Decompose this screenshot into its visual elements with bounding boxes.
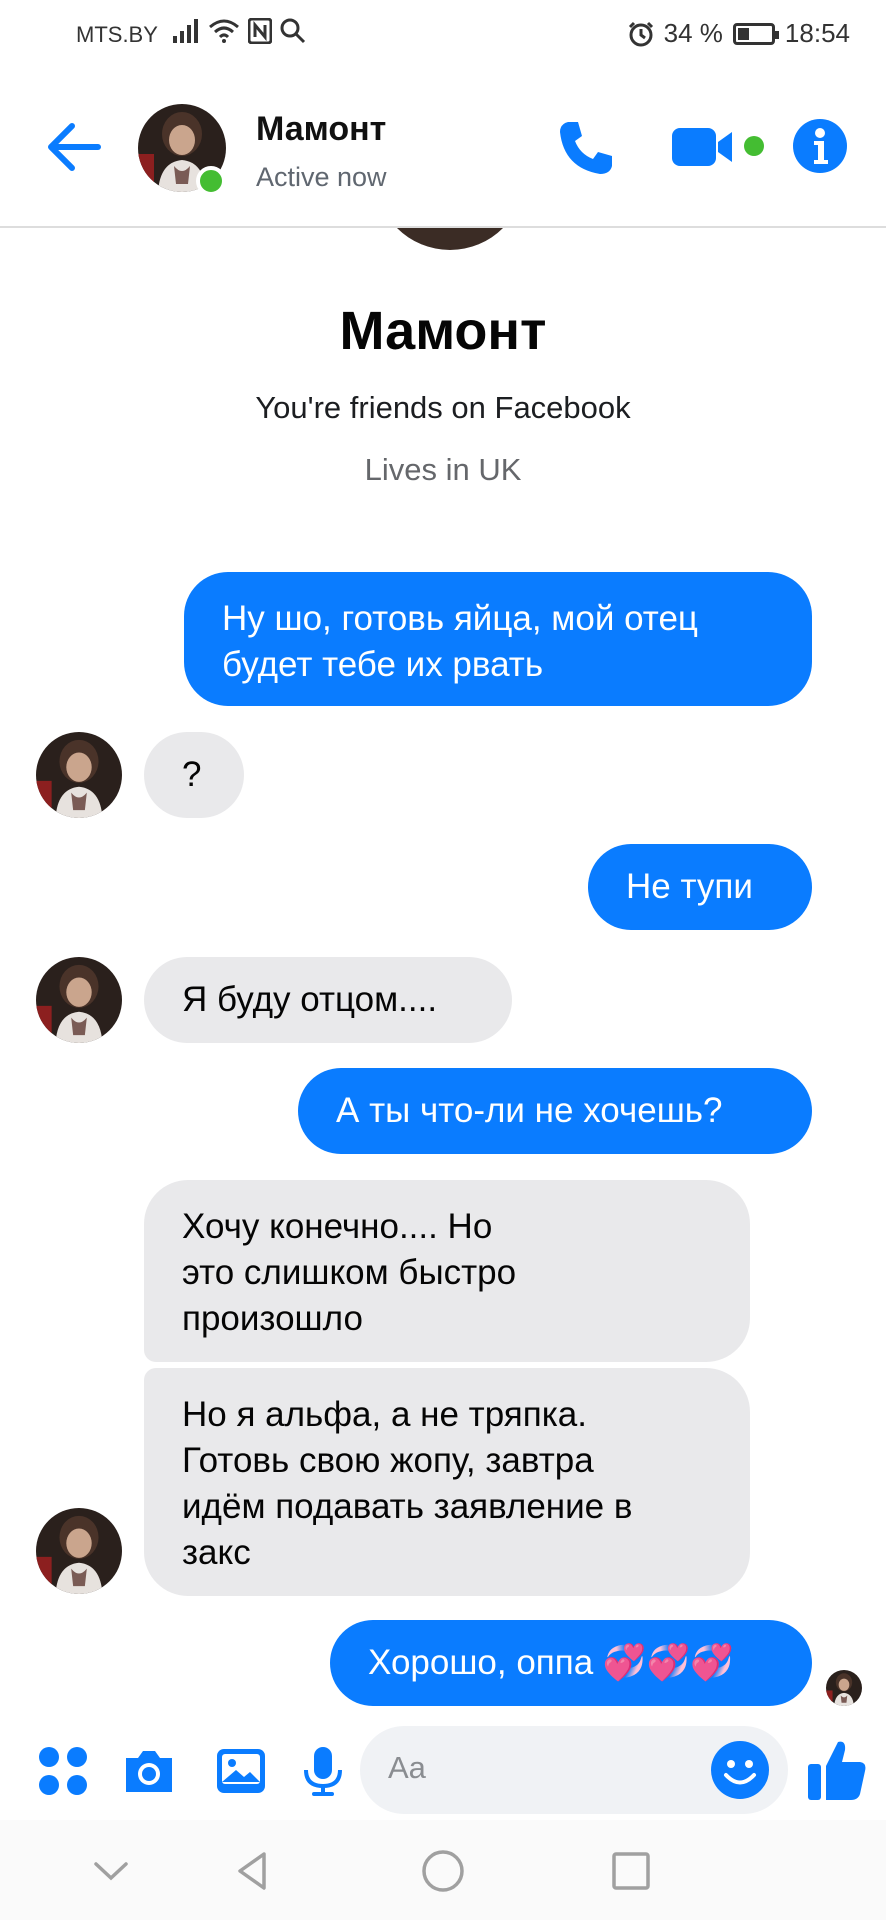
message-input-placeholder: Aa <box>388 1750 426 1785</box>
message-line: будет тебе их рвать <box>222 645 544 684</box>
microphone-icon[interactable] <box>296 1744 350 1798</box>
contact-name[interactable]: Мамонт <box>256 110 386 149</box>
video-camera-icon[interactable] <box>670 122 770 172</box>
gallery-icon[interactable] <box>214 1744 268 1798</box>
search-icon <box>280 18 306 44</box>
nav-back-icon[interactable] <box>230 1848 276 1894</box>
message-bubble-incoming[interactable]: Но я альфа, а не тряпка. Готовь свою жоп… <box>144 1368 750 1596</box>
message-line: закс <box>182 1533 251 1572</box>
message-text: Я буду отцом.... <box>182 980 438 1019</box>
nav-collapse-icon[interactable] <box>88 1848 134 1894</box>
battery-percent: 34 % <box>663 18 723 48</box>
profile-name: Мамонт <box>339 301 547 361</box>
back-arrow-icon[interactable] <box>46 122 102 172</box>
status-bar: MTS.BY 34 % 18:54 <box>0 0 886 70</box>
message-line: Готовь свою жопу, завтра <box>182 1441 594 1480</box>
info-icon[interactable] <box>792 118 848 174</box>
message-bubble-incoming[interactable]: Я буду отцом.... <box>144 957 512 1043</box>
message-line: Ну шо, готовь яйца, мой отец <box>222 599 698 638</box>
message-text: А ты что-ли не хочешь? <box>336 1091 723 1130</box>
carrier-label: MTS.BY <box>76 22 158 47</box>
location-info: Lives in UK <box>364 452 522 487</box>
active-status: Active now <box>256 162 387 192</box>
battery-icon <box>732 22 779 45</box>
thumbs-up-icon[interactable] <box>806 1736 868 1802</box>
message-text: Но я альфа, а не тряпка. Готовь свою жоп… <box>182 1392 632 1576</box>
message-input[interactable]: Aa <box>360 1726 788 1814</box>
message-line: это слишком быстро <box>182 1253 517 1292</box>
conversation-header: Мамонт Active now <box>0 70 886 228</box>
message-composer: Aa <box>0 1720 886 1820</box>
message-bubble-incoming[interactable]: ? <box>144 732 244 818</box>
message-bubble-outgoing[interactable]: А ты что-ли не хочешь? <box>298 1068 812 1154</box>
nfc-icon <box>248 18 272 44</box>
message-text: Ну шо, готовь яйца, мой отец будет тебе … <box>222 596 698 688</box>
clock: 18:54 <box>784 18 850 48</box>
message-line: идём подавать заявление в <box>182 1487 633 1526</box>
message-text: ? <box>182 755 202 794</box>
status-icons-right: 34 % 18:54 <box>628 18 850 49</box>
message-line: Хочу конечно.... Но <box>182 1207 493 1246</box>
camera-icon[interactable] <box>122 1744 176 1798</box>
message-text: Хочу конечно.... Но это слишком быстро п… <box>182 1204 516 1342</box>
message-bubble-outgoing[interactable]: Ну шо, готовь яйца, мой отец будет тебе … <box>184 572 812 706</box>
signal-icon <box>173 19 198 43</box>
message-line: произошло <box>182 1299 363 1338</box>
alarm-icon <box>628 21 653 46</box>
status-icons-left <box>172 18 306 44</box>
message-text: Не тупи <box>626 867 753 906</box>
phone-icon[interactable] <box>554 116 618 180</box>
contact-avatar-small[interactable] <box>36 732 122 818</box>
system-navigation-bar <box>0 1820 886 1920</box>
read-receipt-avatar <box>826 1670 862 1706</box>
online-indicator <box>196 166 226 196</box>
message-text: Хорошо, оппа 💞💞💞 <box>368 1643 734 1682</box>
message-bubble-incoming[interactable]: Хочу конечно.... Но это слишком быстро п… <box>144 1180 750 1362</box>
contact-avatar-small[interactable] <box>36 1508 122 1594</box>
emoji-icon[interactable] <box>710 1740 770 1800</box>
nav-home-icon[interactable] <box>420 1848 466 1894</box>
contact-avatar-small[interactable] <box>36 957 122 1043</box>
message-bubble-outgoing[interactable]: Не тупи <box>588 844 812 930</box>
apps-icon[interactable] <box>36 1744 90 1798</box>
message-bubble-outgoing[interactable]: Хорошо, оппа 💞💞💞 <box>330 1620 812 1706</box>
message-line: Но я альфа, а не тряпка. <box>182 1395 587 1434</box>
wifi-icon <box>209 19 239 43</box>
friends-status: You're friends on Facebook <box>255 390 631 425</box>
nav-recents-icon[interactable] <box>608 1848 654 1894</box>
